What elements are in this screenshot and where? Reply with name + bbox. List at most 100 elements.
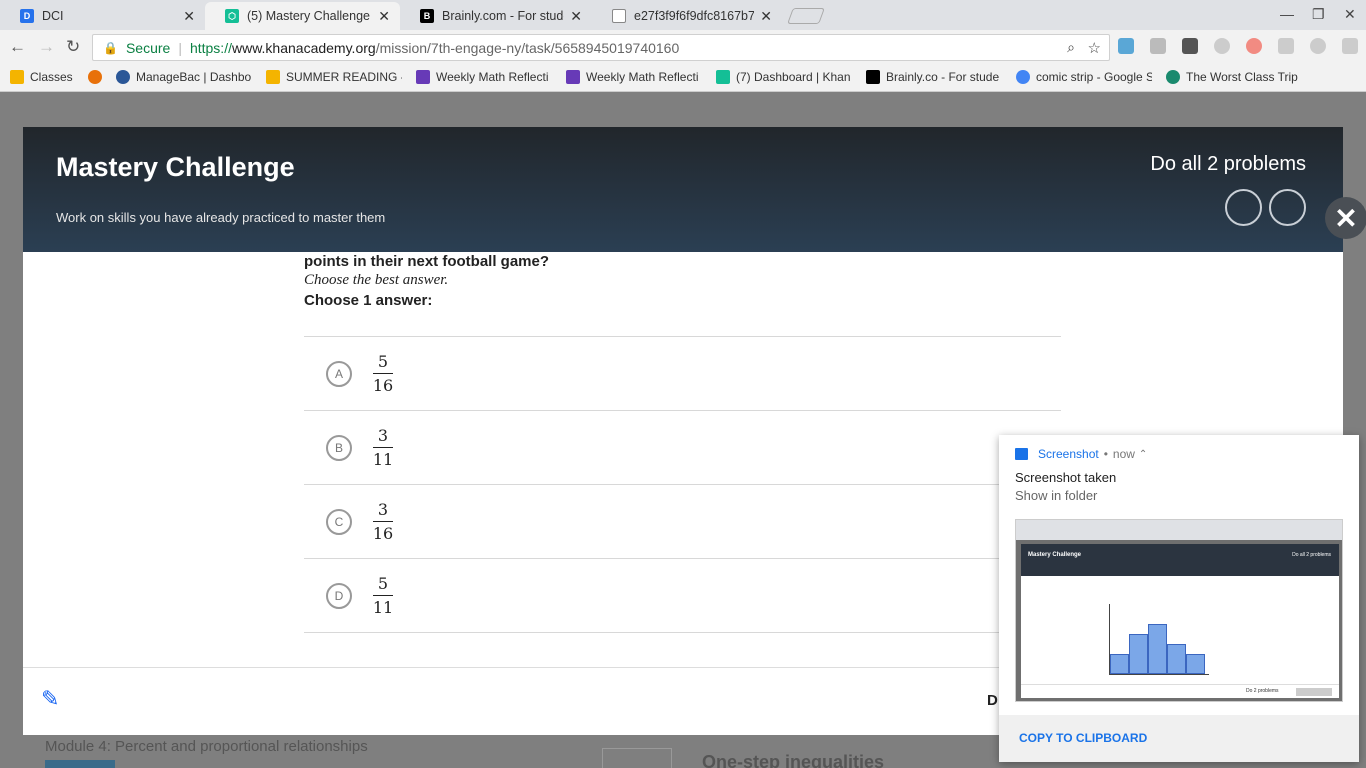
maximize-icon[interactable]: ❐ [1312,6,1325,23]
bookmark-item[interactable]: Weekly Math Reflecti [566,70,704,84]
thumbnail-footer-text: Do 2 problems [1246,688,1279,694]
window-close-icon[interactable]: ✕ [1344,6,1356,23]
choice-fraction: 5 16 [372,352,394,395]
classroom-icon [10,70,24,84]
bookmark-item[interactable]: Classes [10,70,90,84]
lesson-text: One-step inequalities [702,752,885,768]
bookmark-item[interactable] [88,70,108,84]
module-text: Module 4: Percent and proportional relat… [45,738,368,755]
choice-c[interactable]: C 3 16 [304,485,1061,559]
extension-icon[interactable] [1118,38,1134,54]
url-scheme: https:// [189,39,232,56]
thumbnail-histogram-bar [1186,654,1205,674]
minimize-icon[interactable]: — [1280,6,1294,22]
dci-favicon-icon: D [20,9,34,23]
denominator: 11 [372,598,394,617]
document-favicon-icon [612,9,626,23]
choice-fraction: 5 11 [372,574,394,617]
thumbnail-check-button [1296,688,1332,696]
bookmark-item[interactable]: SUMMER READING - [266,70,402,84]
bookmark-item[interactable]: (7) Dashboard | Khan [716,70,856,84]
address-bar[interactable]: 🔒 Secure | https:// www.khanacademy.org … [92,34,1110,61]
bookmark-item[interactable]: Brainly.co - For stude [866,70,1006,84]
footer-progress-text: D [987,692,998,709]
numerator: 3 [377,500,389,519]
forms-icon [566,70,580,84]
extension-icon[interactable] [1278,38,1294,54]
bookmark-item[interactable]: The Worst Class Trip [1166,70,1306,84]
bookmark-label: comic strip - Google S [1036,70,1152,84]
notification-title: Screenshot taken [1015,470,1117,485]
notification-time: now [1112,447,1135,461]
choice-b[interactable]: B 3 11 [304,411,1061,485]
site-icon [1166,70,1180,84]
show-in-folder-link[interactable]: Show in folder [1015,488,1097,503]
reload-icon[interactable]: ↻ [66,37,80,57]
bookmarks-bar: Classes ManageBac | Dashbo SUMMER READIN… [0,64,1366,92]
extension-icon[interactable] [1246,38,1262,54]
extension-c-dark-icon[interactable] [1182,38,1198,54]
thumbnail-header: Mastery Challenge Do all 2 problems [1021,544,1339,576]
extension-icon[interactable] [1342,38,1358,54]
back-icon[interactable]: ← [9,37,26,57]
choice-a[interactable]: A 5 16 [304,337,1061,411]
tab-title: Brainly.com - For student [442,9,564,23]
question-instruction: Choose the best answer. [304,272,449,288]
extension-icon[interactable] [1310,38,1326,54]
choice-d[interactable]: D 5 11 [304,559,1061,633]
bookmark-star-icon[interactable]: ☆ [1088,39,1101,57]
bookmark-label: Weekly Math Reflecti [436,70,549,84]
bookmark-label: Weekly Math Reflecti [586,70,699,84]
choice-letter: B [326,434,352,461]
choice-letter: D [326,582,352,609]
bookmark-item[interactable]: comic strip - Google S [1016,70,1152,84]
forward-icon[interactable]: → [38,37,55,57]
answer-choices: A 5 16 B 3 11 C 3 16 D 5 11 [304,336,1061,633]
thumbnail-histogram-bar [1110,654,1129,674]
close-tab-icon[interactable]: ✕ [760,8,772,25]
bookmark-label: SUMMER READING - [286,70,402,84]
question-prompt: points in their next football game? [304,253,550,270]
screenshot-thumbnail[interactable]: Mastery Challenge Do all 2 problems Do 2… [1015,519,1343,702]
modal-header: Mastery Challenge Work on skills you hav… [23,127,1343,252]
extension-icon[interactable] [1214,38,1230,54]
image-icon [1015,448,1028,460]
tab-brainly[interactable]: B Brainly.com - For student ✕ [400,2,592,30]
khan-academy-icon [716,70,730,84]
thumbnail-browser-bar [1016,520,1342,540]
tab-mastery-challenge[interactable]: ⬡ (5) Mastery Challenge | D ✕ [205,2,400,30]
close-tab-icon[interactable]: ✕ [570,8,582,25]
managebac-icon [116,70,130,84]
url-host: www.khanacademy.org [231,39,376,56]
copy-to-clipboard-button[interactable]: COPY TO CLIPBOARD [1019,731,1147,745]
zoom-icon[interactable]: ⌕ [1067,39,1075,56]
choice-fraction: 3 16 [372,500,394,543]
close-tab-icon[interactable]: ✕ [378,8,390,25]
bookmark-label: (7) Dashboard | Khan [736,70,851,84]
browser-toolbar: ← → ↻ 🔒 Secure | https:// www.khanacadem… [0,30,1366,64]
thumbnail-histogram-bar [1167,644,1186,674]
thumbnail-count: Do all 2 problems [1292,552,1331,558]
thumbnail-footer: Do 2 problems [1021,684,1339,698]
choice-letter: C [326,508,352,535]
tab-title: DCI [42,9,64,23]
progress-circle [1225,189,1262,226]
bookmark-item[interactable]: Weekly Math Reflecti [416,70,554,84]
problem-count-label: Do all 2 problems [1150,153,1306,175]
tab-title: e27f3f9f6f9dfc8167b75c [634,9,755,23]
scratchpad-pencil-icon[interactable]: ✎ [41,686,59,712]
tab-title: (5) Mastery Challenge | D [247,9,372,23]
google-icon [1016,70,1030,84]
chevron-up-icon[interactable]: ⌃ [1139,449,1147,460]
close-modal-icon[interactable]: ✕ [1325,197,1366,239]
module-progress [45,760,115,768]
choose-label: Choose 1 answer: [304,292,433,309]
new-tab-button[interactable] [787,8,825,24]
tab-file[interactable]: e27f3f9f6f9dfc8167b75c ✕ [592,2,782,30]
close-tab-icon[interactable]: ✕ [183,8,195,25]
extension-c-icon[interactable] [1150,38,1166,54]
notification-footer: COPY TO CLIPBOARD [999,715,1359,762]
tab-dci[interactable]: D DCI ✕ [0,2,205,30]
bookmark-label: ManageBac | Dashbo [136,70,252,84]
bookmark-item[interactable]: ManageBac | Dashbo [116,70,254,84]
